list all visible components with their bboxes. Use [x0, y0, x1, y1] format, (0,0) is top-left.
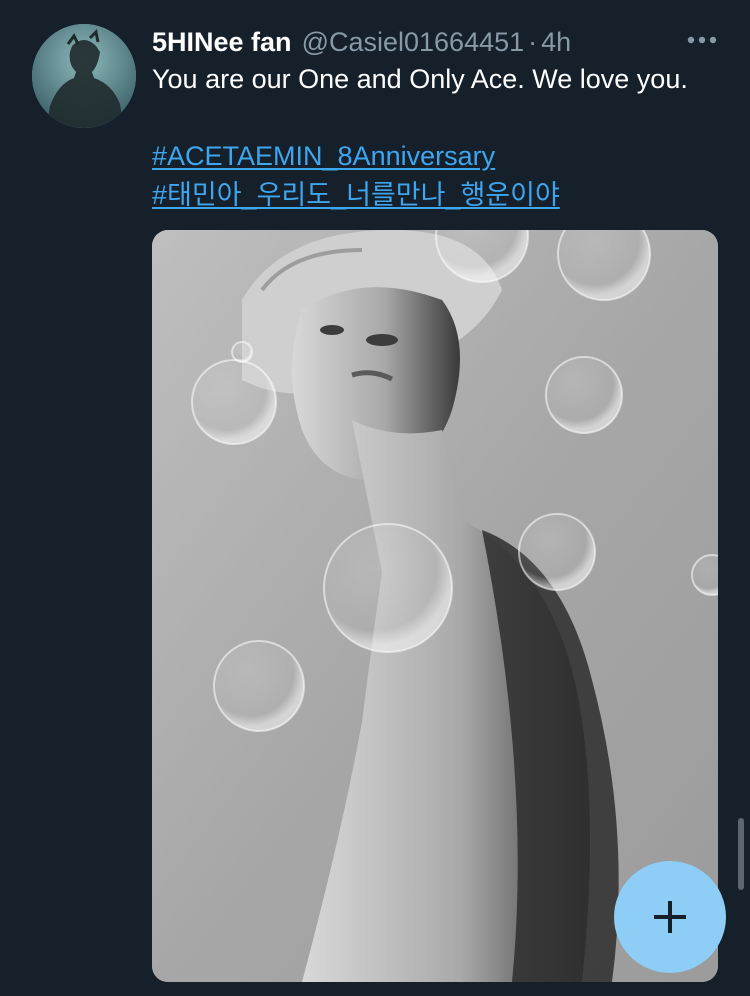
hashtag-link-2[interactable]: #태민아_우리도_너를만나_행운이야	[152, 176, 560, 215]
avatar[interactable]	[32, 24, 136, 128]
plus-icon	[654, 901, 686, 933]
tweet-header: 5HINee fan @Casiel01664451 · 4h	[152, 22, 732, 62]
display-name[interactable]: 5HINee fan	[152, 27, 292, 58]
more-button[interactable]	[684, 28, 720, 52]
user-handle[interactable]: @Casiel01664451	[302, 27, 525, 58]
hashtag-link-1[interactable]: #ACETAEMIN_8Anniversary	[152, 137, 495, 176]
photo	[152, 230, 718, 982]
more-horizontal-icon	[687, 36, 717, 44]
separator-dot: ·	[528, 26, 538, 57]
tweet-media-image[interactable]	[152, 230, 718, 982]
timestamp[interactable]: 4h	[541, 27, 571, 58]
avatar-image	[32, 24, 136, 128]
compose-tweet-button[interactable]	[614, 861, 726, 973]
tweet-text: You are our One and Only Ace. We love yo…	[152, 64, 688, 94]
scrollbar-thumb[interactable]	[738, 818, 744, 890]
